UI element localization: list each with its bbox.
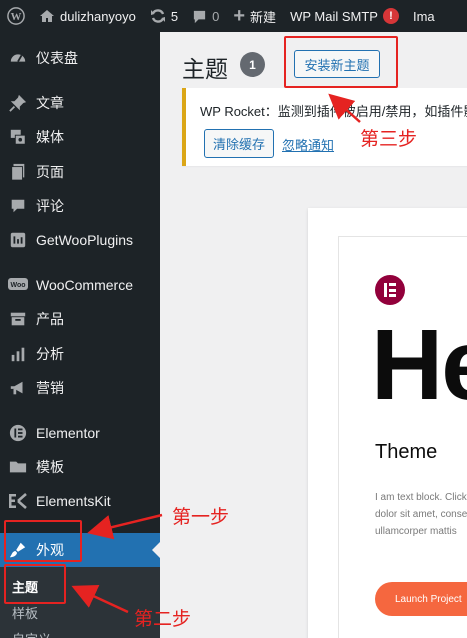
step3-label: 第三步 xyxy=(360,128,418,150)
step3-arrow xyxy=(328,93,361,123)
step2-label: 第二步 xyxy=(134,608,192,630)
step2-arrow xyxy=(71,585,129,614)
step1-label: 第一步 xyxy=(172,506,230,528)
step1-arrow xyxy=(87,513,163,540)
annotation-arrows xyxy=(71,93,361,614)
